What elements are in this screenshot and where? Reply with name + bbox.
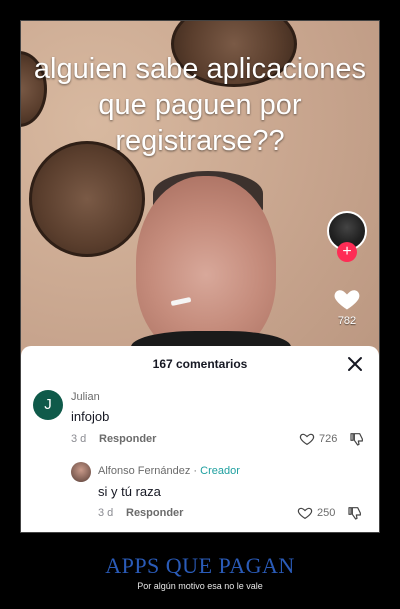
- video-overlay-text: alguien sabe aplicaciones que paguen por…: [21, 51, 379, 159]
- heart-outline-icon: [299, 433, 315, 446]
- reply-author-separator: ·: [190, 465, 201, 477]
- creator-avatar-wrap[interactable]: +: [327, 211, 367, 262]
- caption-subtitle: Por algún motivo esa no le vale: [137, 581, 263, 591]
- comment-avatar[interactable]: J: [33, 390, 63, 420]
- reply-author-line[interactable]: Alfonso Fernández · Creador: [98, 465, 240, 477]
- person-face: [136, 176, 276, 356]
- side-actions: + 782: [325, 211, 369, 327]
- close-icon[interactable]: [347, 356, 363, 372]
- like-count: 782: [337, 315, 357, 327]
- caption-title: APPS QUE PAGAN: [105, 553, 295, 578]
- comment-time: 3 d: [71, 433, 87, 445]
- tiktok-screenshot-frame: alguien sabe aplicaciones que paguen por…: [20, 20, 380, 533]
- overlay-line-3: registrarse??: [115, 125, 285, 157]
- reply-avatar[interactable]: [71, 462, 91, 482]
- heart-outline-icon: [297, 507, 313, 520]
- comment-author[interactable]: Julian: [71, 391, 100, 403]
- creator-badge: Creador: [200, 465, 240, 477]
- comment-text: infojob: [71, 409, 110, 424]
- thumbs-down-icon[interactable]: [347, 505, 363, 521]
- follow-plus-icon[interactable]: +: [337, 242, 357, 262]
- comments-header: 167 comentarios: [21, 346, 379, 382]
- thumbs-down-icon[interactable]: [349, 431, 365, 447]
- heart-icon[interactable]: [333, 285, 361, 313]
- comment-like-count: 726: [319, 433, 338, 445]
- comment-like-button[interactable]: 726: [299, 431, 337, 447]
- comment-reply-item: Alfonso Fernández · Creador si y tú raza…: [21, 461, 379, 532]
- reply-author[interactable]: Alfonso Fernández: [98, 465, 190, 477]
- overlay-line-2: que paguen por: [98, 89, 302, 121]
- like-action[interactable]: 782: [333, 285, 361, 327]
- reply-like-count: 250: [317, 507, 336, 519]
- reply-like-button[interactable]: 250: [297, 505, 335, 521]
- reply-time: 3 d: [98, 507, 114, 519]
- reply-button[interactable]: Responder: [99, 433, 156, 445]
- comments-sheet: 167 comentarios J Julian infojob 3 d Res…: [21, 346, 379, 532]
- reply-text: si y tú raza: [98, 484, 161, 499]
- reply-button[interactable]: Responder: [126, 507, 183, 519]
- comments-count-title: 167 comentarios: [152, 357, 248, 371]
- overlay-line-1: alguien sabe aplicaciones: [33, 53, 367, 85]
